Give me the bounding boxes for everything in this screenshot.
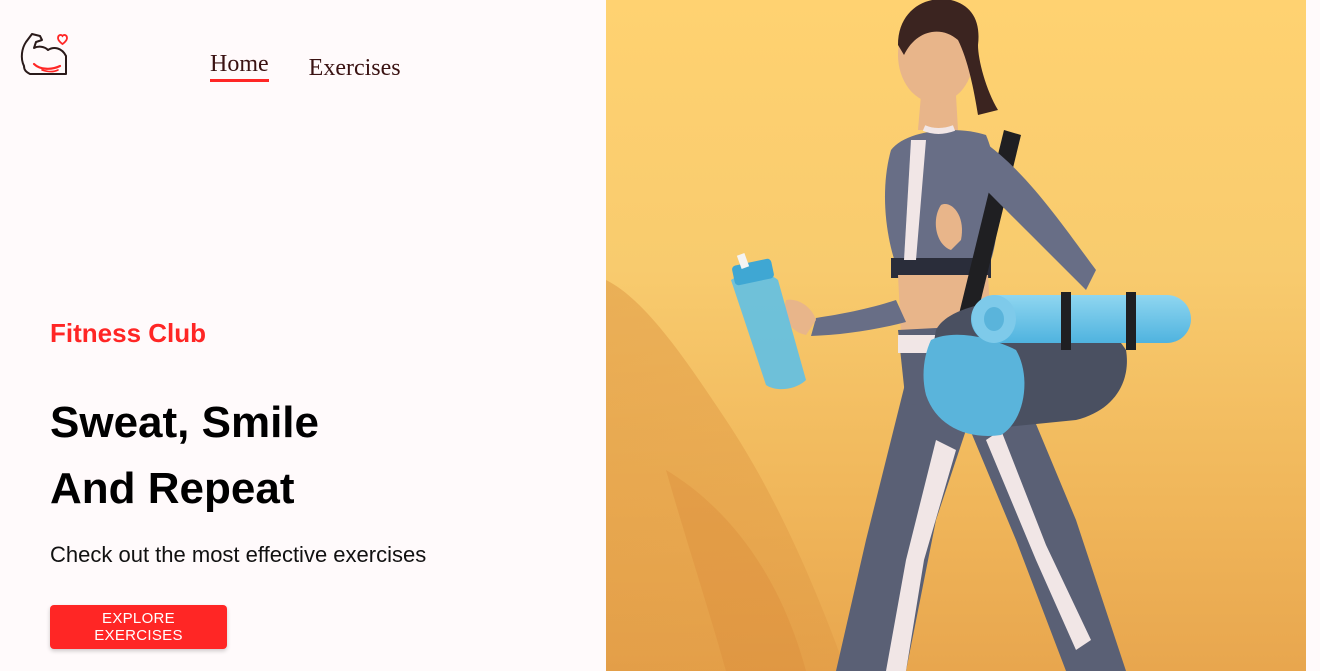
hero-image <box>606 0 1306 671</box>
logo[interactable] <box>18 28 70 80</box>
nav-link-home[interactable]: Home <box>210 50 269 82</box>
main-nav: Home Exercises <box>210 50 401 82</box>
flexed-arm-heart-icon <box>20 33 68 75</box>
woman-with-gym-bag-photo <box>606 0 1191 671</box>
hero-description: Check out the most effective exercises <box>50 542 427 567</box>
nav-link-exercises[interactable]: Exercises <box>309 54 401 82</box>
page: Home Exercises Fitness Club Sweat, Smile… <box>0 0 1320 671</box>
right-gutter <box>1306 0 1320 671</box>
hero-title-line2: And Repeat <box>50 464 295 513</box>
hero-title-line1: Sweat, Smile <box>50 398 320 447</box>
hero-subtitle: Fitness Club <box>50 318 207 348</box>
hero-title: Sweat, Smile And Repeat <box>50 390 319 522</box>
explore-exercises-button[interactable]: EXPLORE EXERCISES <box>50 605 227 649</box>
